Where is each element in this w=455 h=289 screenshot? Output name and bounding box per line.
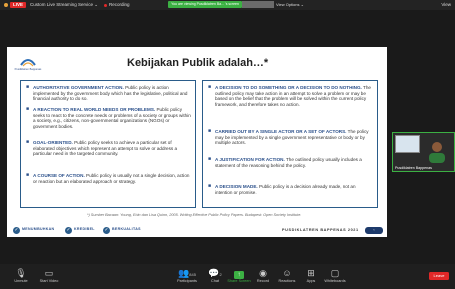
bullet-icon: ■ xyxy=(208,183,212,189)
item-keyword: A DECISION MADE. xyxy=(215,184,258,189)
footer-value: BERKUALITAS xyxy=(112,227,141,231)
bullet-icon: ■ xyxy=(208,128,212,134)
slide-footer: ✓ MENUMBUHKAN ✓ KREDIBEL ✓ BERKUALITAS P… xyxy=(7,224,387,237)
participant-person-icon xyxy=(429,142,445,163)
logo-text: Pusdiklatren Bappenas xyxy=(14,68,42,71)
definition-box-right: ■ A DECISION TO DO SOMETHING OR A DECISI… xyxy=(202,80,378,208)
meeting-toolbar: 🎙 Unmute ▭ Start Video 👥845 Participants… xyxy=(0,264,455,289)
whiteboard-icon: ▢ xyxy=(330,268,340,278)
start-video-button[interactable]: ▭ Start Video xyxy=(32,267,66,284)
list-item: ■ AUTHORITATIVE GOVERNMENT ACTION. Publi… xyxy=(26,84,191,102)
bullet-icon: ■ xyxy=(26,106,30,112)
check-icon: ✓ xyxy=(65,227,72,234)
view-options-menu[interactable]: View Options ⌄ xyxy=(276,2,304,8)
list-item: ■ A JUSTIFICATION FOR ACTION. The outlin… xyxy=(208,156,373,168)
participants-count: 845 xyxy=(189,272,196,277)
list-item: ■ A REACTION TO REAL WORLD NEEDS OR PROB… xyxy=(26,106,191,129)
slide-nav-badge: ‹ xyxy=(365,227,383,234)
list-item: ■ GOAL-ORIENTED. Public policy seeks to … xyxy=(26,139,191,157)
status-dot-icon xyxy=(4,3,8,7)
footer-value: MENUMBUHKAN xyxy=(22,227,55,231)
item-keyword: CARRIED OUT BY A SINGLE ACTOR OR A SET O… xyxy=(215,129,347,134)
bullet-icon: ■ xyxy=(208,156,212,162)
check-icon: ✓ xyxy=(13,227,20,234)
footer-value: KREDIBEL xyxy=(74,227,95,231)
item-keyword: GOAL-ORIENTED. xyxy=(33,140,73,145)
start-video-label: Start Video xyxy=(39,279,59,283)
bullet-icon: ■ xyxy=(26,84,30,90)
participant-name: Pusdiklatren Bappenas xyxy=(395,166,432,170)
meeting-top-bar: LIVE Custom Live Streaming Service ⌄ Rec… xyxy=(0,0,455,10)
list-item: ■ A COURSE OF ACTION. Public policy is u… xyxy=(26,172,191,184)
slide-title: Kebijakan Publik adalah…* xyxy=(127,57,269,69)
item-keyword: A DECISION TO DO SOMETHING OR A DECISION… xyxy=(215,85,362,90)
organization-logo: Pusdiklatren Bappenas xyxy=(11,57,45,71)
list-item: ■ CARRIED OUT BY A SINGLE ACTOR OR A SET… xyxy=(208,128,373,146)
recording-icon xyxy=(104,3,107,7)
bullet-icon: ■ xyxy=(26,139,30,145)
source-citation: *) Sumber Bacaan: Young, Eóin dan Lisa Q… xyxy=(87,213,302,217)
footer-organization: PUSDIKLATREN BAPPENAS 2021 xyxy=(282,228,359,232)
bappenas-logo-icon xyxy=(20,59,36,67)
shared-screen-slide: Pusdiklatren Bappenas Kebijakan Publik a… xyxy=(7,47,387,237)
bullet-icon: ■ xyxy=(208,84,212,90)
definition-box-left: ■ AUTHORITATIVE GOVERNMENT ACTION. Publi… xyxy=(20,80,196,208)
item-keyword: A COURSE OF ACTION. xyxy=(33,173,85,178)
video-off-icon: ▭ xyxy=(44,268,54,278)
recording-label[interactable]: Recording xyxy=(109,2,130,8)
share-screen-icon: ↑ xyxy=(234,271,244,279)
whiteboards-button[interactable]: ▢ Whiteboards xyxy=(318,267,352,284)
check-icon: ✓ xyxy=(103,227,110,234)
live-stream-menu[interactable]: Custom Live Streaming Service ⌄ xyxy=(30,2,98,8)
list-item: ■ A DECISION MADE. Public policy is a de… xyxy=(208,183,373,195)
item-keyword: A REACTION TO REAL WORLD NEEDS OR PROBLE… xyxy=(33,107,156,112)
share-banner-dropdown[interactable] xyxy=(242,1,274,8)
bullet-icon: ■ xyxy=(26,172,30,178)
whiteboards-label: Whiteboards xyxy=(324,279,346,283)
background-screen xyxy=(395,135,420,153)
leave-button[interactable]: Leave xyxy=(429,272,449,280)
item-keyword: A JUSTIFICATION FOR ACTION. xyxy=(215,157,285,162)
view-menu[interactable]: View xyxy=(441,2,451,8)
screen-share-banner: You are viewing Pusdiklatren Ba... 's sc… xyxy=(168,1,242,8)
live-badge[interactable]: LIVE xyxy=(10,2,27,8)
list-item: ■ A DECISION TO DO SOMETHING OR A DECISI… xyxy=(208,84,373,107)
participant-video-tile[interactable]: Pusdiklatren Bappenas xyxy=(392,132,455,172)
item-keyword: AUTHORITATIVE GOVERNMENT ACTION. xyxy=(33,85,124,90)
